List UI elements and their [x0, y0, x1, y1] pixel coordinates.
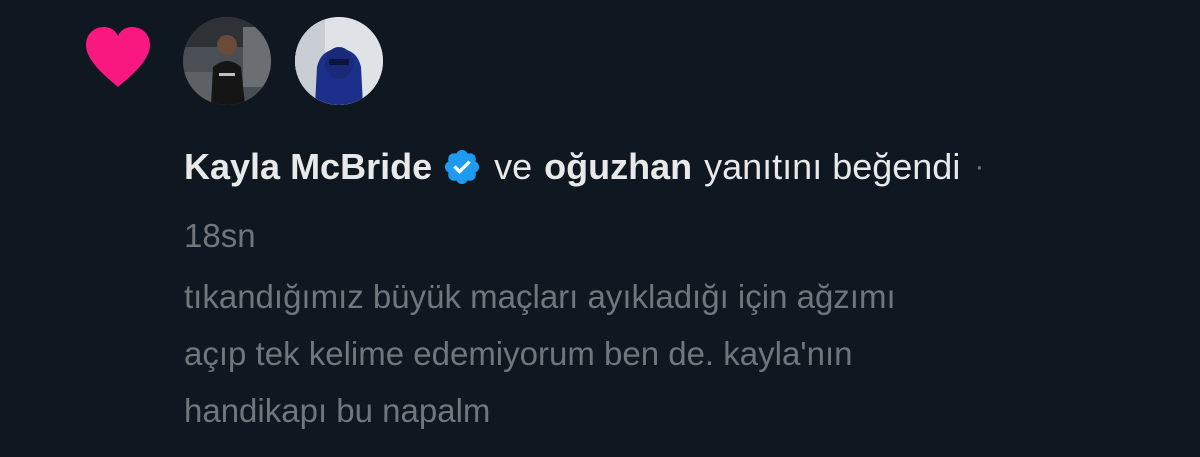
heart-icon: [86, 27, 150, 87]
user-name-link[interactable]: Kayla McBride: [184, 141, 432, 193]
tweet-text: tıkandığımız büyük maçları ayıkladığı iç…: [184, 268, 1184, 439]
person-photo-icon: [295, 17, 383, 105]
separator-dot: ·: [974, 150, 985, 183]
person-photo-icon: [183, 17, 271, 105]
verified-badge-icon: [445, 149, 480, 185]
user-name-link[interactable]: oğuzhan: [544, 141, 692, 193]
conjunction-text: ve: [494, 146, 533, 187]
notification-headline: Kayla McBride ve oğuzhan yanıtını beğend…: [184, 141, 984, 193]
tweet-text-line: açıp tek kelime edemiyorum ben de. kayla…: [184, 335, 853, 372]
like-notification[interactable]: Kayla McBride ve oğuzhan yanıtını beğend…: [0, 0, 1200, 457]
tweet-text-line: tıkandığımız büyük maçları ayıkladığı iç…: [184, 278, 896, 315]
avatar-kayla-mcbride[interactable]: [183, 17, 271, 105]
action-text: yanıtını beğendi: [704, 146, 961, 187]
avatar-oguzhan[interactable]: [295, 17, 383, 105]
tweet-text-line: handikapı bu napalm: [184, 392, 491, 429]
timestamp[interactable]: 18sn: [184, 214, 256, 258]
